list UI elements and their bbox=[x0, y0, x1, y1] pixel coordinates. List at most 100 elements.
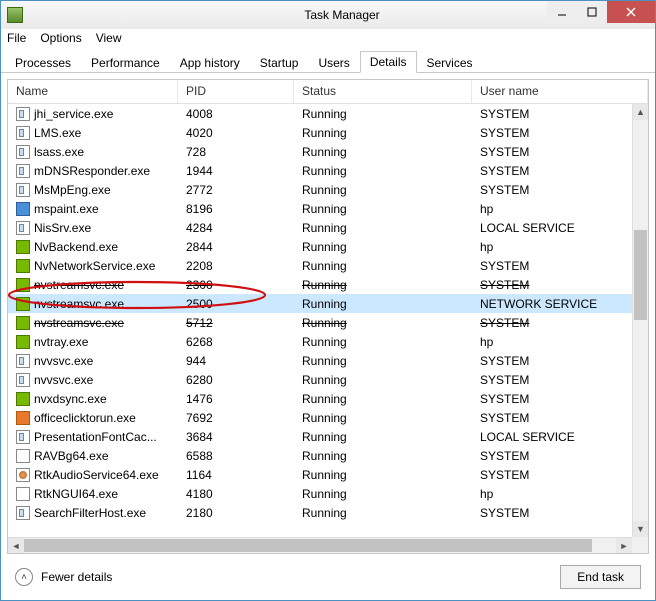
scroll-up-icon[interactable]: ▲ bbox=[633, 104, 648, 120]
table-row[interactable]: MsMpEng.exe2772RunningSYSTEM bbox=[8, 180, 632, 199]
fewer-details-button[interactable]: ˄ Fewer details bbox=[15, 568, 112, 586]
table-body[interactable]: jhi_service.exe4008RunningSYSTEMLMS.exe4… bbox=[8, 104, 632, 537]
table-row[interactable]: nvstreamsvc.exe2500RunningNETWORK SERVIC… bbox=[8, 294, 632, 313]
process-pid: 2300 bbox=[178, 278, 294, 292]
process-status: Running bbox=[294, 468, 472, 482]
tab-startup[interactable]: Startup bbox=[250, 52, 309, 73]
vertical-scrollbar[interactable]: ▲ ▼ bbox=[632, 104, 648, 537]
minimize-button[interactable] bbox=[547, 1, 577, 23]
table-row[interactable]: PresentationFontCac...3684RunningLOCAL S… bbox=[8, 427, 632, 446]
process-user: SYSTEM bbox=[472, 278, 632, 292]
scroll-thumb[interactable] bbox=[634, 230, 647, 320]
process-pid: 1944 bbox=[178, 164, 294, 178]
process-icon bbox=[16, 221, 30, 235]
tab-users[interactable]: Users bbox=[308, 52, 359, 73]
table-row[interactable]: officeclicktorun.exe7692RunningSYSTEM bbox=[8, 408, 632, 427]
process-status: Running bbox=[294, 335, 472, 349]
tab-services[interactable]: Services bbox=[417, 52, 483, 73]
process-pid: 4284 bbox=[178, 221, 294, 235]
process-user: hp bbox=[472, 487, 632, 501]
process-status: Running bbox=[294, 430, 472, 444]
menubar: File Options View bbox=[1, 29, 655, 49]
process-pid: 2500 bbox=[178, 297, 294, 311]
process-status: Running bbox=[294, 259, 472, 273]
table-row[interactable]: jhi_service.exe4008RunningSYSTEM bbox=[8, 104, 632, 123]
process-pid: 6280 bbox=[178, 373, 294, 387]
process-name: jhi_service.exe bbox=[34, 107, 113, 121]
table-row[interactable]: mDNSResponder.exe1944RunningSYSTEM bbox=[8, 161, 632, 180]
process-name: RtkAudioService64.exe bbox=[34, 468, 159, 482]
process-pid: 2844 bbox=[178, 240, 294, 254]
process-pid: 1476 bbox=[178, 392, 294, 406]
table-row[interactable]: nvvsvc.exe944RunningSYSTEM bbox=[8, 351, 632, 370]
process-status: Running bbox=[294, 164, 472, 178]
menu-file[interactable]: File bbox=[7, 31, 26, 47]
col-header-status[interactable]: Status bbox=[294, 80, 472, 103]
menu-view[interactable]: View bbox=[96, 31, 122, 47]
scroll-track[interactable] bbox=[633, 120, 648, 521]
process-user: SYSTEM bbox=[472, 316, 632, 330]
process-pid: 2208 bbox=[178, 259, 294, 273]
process-name: nvtray.exe bbox=[34, 335, 88, 349]
process-user: SYSTEM bbox=[472, 107, 632, 121]
tab-processes[interactable]: Processes bbox=[5, 52, 81, 73]
process-icon bbox=[16, 183, 30, 197]
table-row[interactable]: SearchFilterHost.exe2180RunningSYSTEM bbox=[8, 503, 632, 522]
process-user: LOCAL SERVICE bbox=[472, 221, 632, 235]
process-status: Running bbox=[294, 487, 472, 501]
col-header-name[interactable]: Name bbox=[8, 80, 178, 103]
hscroll-thumb[interactable] bbox=[24, 539, 592, 552]
table-row[interactable]: nvstreamsvc.exe2300RunningSYSTEM bbox=[8, 275, 632, 294]
process-status: Running bbox=[294, 506, 472, 520]
scroll-left-icon[interactable]: ◄ bbox=[8, 538, 24, 554]
table-row[interactable]: lsass.exe728RunningSYSTEM bbox=[8, 142, 632, 161]
process-user: hp bbox=[472, 240, 632, 254]
process-user: SYSTEM bbox=[472, 373, 632, 387]
process-icon bbox=[16, 468, 30, 482]
fewer-details-label: Fewer details bbox=[41, 570, 112, 584]
close-button[interactable] bbox=[607, 1, 655, 23]
table-row[interactable]: NvNetworkService.exe2208RunningSYSTEM bbox=[8, 256, 632, 275]
titlebar[interactable]: Task Manager bbox=[1, 1, 655, 29]
tab-app-history[interactable]: App history bbox=[170, 52, 250, 73]
table-row[interactable]: RtkNGUI64.exe4180Runninghp bbox=[8, 484, 632, 503]
horizontal-scrollbar[interactable]: ◄ ► bbox=[8, 537, 632, 553]
process-pid: 944 bbox=[178, 354, 294, 368]
menu-options[interactable]: Options bbox=[40, 31, 81, 47]
tab-performance[interactable]: Performance bbox=[81, 52, 170, 73]
scroll-right-icon[interactable]: ► bbox=[616, 538, 632, 554]
maximize-button[interactable] bbox=[577, 1, 607, 23]
process-icon bbox=[16, 126, 30, 140]
process-name: nvvsvc.exe bbox=[34, 373, 93, 387]
process-status: Running bbox=[294, 297, 472, 311]
tabstrip: ProcessesPerformanceApp historyStartupUs… bbox=[1, 49, 655, 73]
table-row[interactable]: RtkAudioService64.exe1164RunningSYSTEM bbox=[8, 465, 632, 484]
table-row[interactable]: nvtray.exe6268Runninghp bbox=[8, 332, 632, 351]
col-header-pid[interactable]: PID bbox=[178, 80, 294, 103]
table-row[interactable]: nvstreamsvc.exe5712RunningSYSTEM bbox=[8, 313, 632, 332]
process-status: Running bbox=[294, 354, 472, 368]
col-header-user[interactable]: User name bbox=[472, 80, 648, 103]
window-controls bbox=[547, 1, 655, 23]
table-row[interactable]: mspaint.exe8196Runninghp bbox=[8, 199, 632, 218]
process-user: SYSTEM bbox=[472, 126, 632, 140]
process-name: NvBackend.exe bbox=[34, 240, 118, 254]
process-user: SYSTEM bbox=[472, 259, 632, 273]
table-row[interactable]: NvBackend.exe2844Runninghp bbox=[8, 237, 632, 256]
process-user: NETWORK SERVICE bbox=[472, 297, 632, 311]
table-row[interactable]: LMS.exe4020RunningSYSTEM bbox=[8, 123, 632, 142]
process-name: RAVBg64.exe bbox=[34, 449, 109, 463]
process-user: SYSTEM bbox=[472, 183, 632, 197]
table-row[interactable]: nvvsvc.exe6280RunningSYSTEM bbox=[8, 370, 632, 389]
tab-details[interactable]: Details bbox=[360, 51, 417, 73]
process-user: SYSTEM bbox=[472, 164, 632, 178]
scroll-down-icon[interactable]: ▼ bbox=[633, 521, 648, 537]
process-name: PresentationFontCac... bbox=[34, 430, 157, 444]
process-user: SYSTEM bbox=[472, 468, 632, 482]
process-icon bbox=[16, 373, 30, 387]
process-pid: 3684 bbox=[178, 430, 294, 444]
table-row[interactable]: nvxdsync.exe1476RunningSYSTEM bbox=[8, 389, 632, 408]
table-row[interactable]: NisSrv.exe4284RunningLOCAL SERVICE bbox=[8, 218, 632, 237]
table-row[interactable]: RAVBg64.exe6588RunningSYSTEM bbox=[8, 446, 632, 465]
end-task-button[interactable]: End task bbox=[560, 565, 641, 589]
